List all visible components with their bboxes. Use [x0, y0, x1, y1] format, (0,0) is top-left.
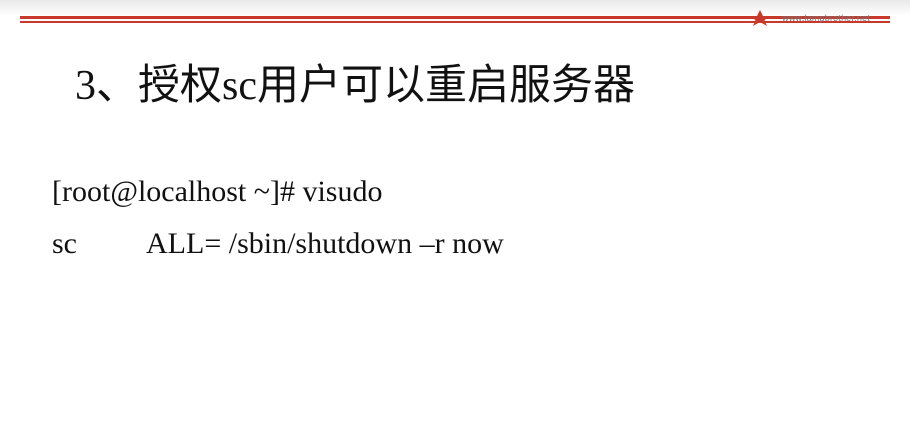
brand-logo: www.lampbrother.net: [700, 10, 870, 26]
header-bar: www.lampbrother.net: [20, 10, 890, 26]
sudoers-user: sc: [52, 227, 77, 260]
command-block: [root@localhost ~]# visudo sc ALL= /sbin/…: [52, 166, 504, 270]
logo-url: www.lampbrother.net: [782, 13, 870, 23]
sudoers-rule-line: sc ALL= /sbin/shutdown –r now: [52, 218, 504, 270]
slide: www.lampbrother.net 3、授权sc用户可以重启服务器 [roo…: [0, 0, 910, 425]
sudoers-rule: ALL= /sbin/shutdown –r now: [146, 227, 504, 260]
command-line-visudo: [root@localhost ~]# visudo: [52, 175, 383, 208]
slide-title: 3、授权sc用户可以重启服务器: [75, 63, 635, 109]
star-icon: [749, 10, 772, 26]
